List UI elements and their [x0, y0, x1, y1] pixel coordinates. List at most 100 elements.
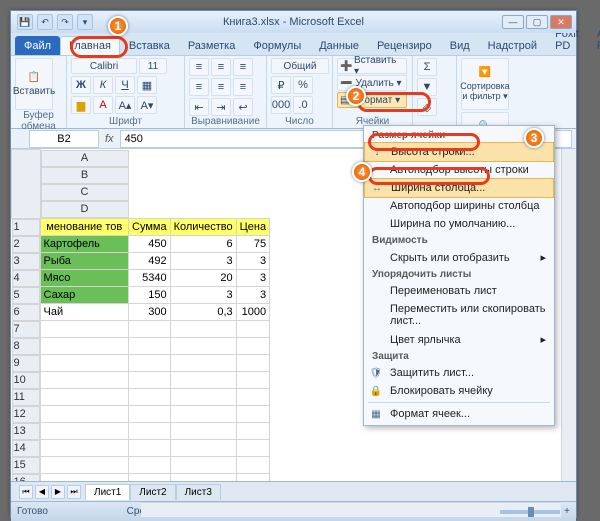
row-header[interactable]: 10	[12, 372, 40, 389]
cell[interactable]: 3	[170, 287, 236, 304]
cell[interactable]: 20	[170, 270, 236, 287]
cell[interactable]: Мясо	[40, 270, 129, 287]
align-top-button[interactable]: ≡	[189, 58, 209, 76]
cell[interactable]: 3	[236, 270, 269, 287]
col-header[interactable]: D	[41, 201, 129, 218]
tab-view[interactable]: Вид	[441, 36, 479, 55]
cell[interactable]: Рыба	[40, 253, 129, 270]
cell[interactable]: 6	[170, 236, 236, 253]
font-color-button[interactable]: A	[93, 96, 113, 114]
cell[interactable]: 300	[129, 304, 171, 321]
align-mid-button[interactable]: ≡	[211, 58, 231, 76]
sheet-tab[interactable]: Лист2	[130, 484, 175, 500]
underline-button[interactable]: Ч	[115, 76, 135, 94]
sheet-nav-last-icon[interactable]: ⏭	[67, 485, 81, 499]
row-header[interactable]: 9	[12, 355, 40, 372]
cell[interactable]: 3	[236, 287, 269, 304]
save-icon[interactable]: 💾	[17, 14, 33, 30]
shrink-font-button[interactable]: A▾	[137, 96, 157, 114]
font-name-select[interactable]: Calibri	[71, 58, 137, 74]
tab-layout[interactable]: Разметка	[179, 36, 245, 55]
row-header[interactable]: 3	[12, 253, 40, 270]
minimize-button[interactable]: —	[502, 15, 524, 29]
cell[interactable]: Картофель	[40, 236, 129, 253]
align-right-button[interactable]: ≡	[233, 78, 253, 96]
col-header[interactable]: B	[41, 167, 129, 184]
close-button[interactable]: ✕	[550, 15, 572, 29]
insert-cells-button[interactable]: ➕Вставить ▾	[337, 58, 407, 74]
zoom-in-button[interactable]: +	[564, 506, 570, 517]
col-header[interactable]: A	[41, 150, 129, 167]
row-header[interactable]: 6	[12, 304, 40, 321]
cell[interactable]: 150	[129, 287, 171, 304]
redo-icon[interactable]: ↷	[57, 14, 73, 30]
tab-abbyy[interactable]: ABBYY F	[588, 24, 600, 55]
row-header[interactable]: 1	[12, 219, 40, 236]
cell[interactable]: 1000	[236, 304, 269, 321]
row-header[interactable]: 15	[12, 457, 40, 474]
grow-font-button[interactable]: A▴	[115, 96, 135, 114]
indent-inc-button[interactable]: ⇥	[211, 98, 231, 116]
fill-color-button[interactable]: ▆	[71, 96, 91, 114]
menu-tab-color[interactable]: Цвет ярлычка▸	[364, 330, 554, 349]
border-button[interactable]: ▦	[137, 76, 157, 94]
cell[interactable]: Сумма	[129, 218, 171, 236]
italic-button[interactable]: К	[93, 76, 113, 94]
sort-filter-button[interactable]: 🔽Сортировка и фильтр ▾	[461, 58, 509, 110]
cell[interactable]: Чай	[40, 304, 129, 321]
cell[interactable]: Количество	[170, 218, 236, 236]
font-size-select[interactable]: 11	[139, 58, 167, 74]
tab-addins[interactable]: Надстрой	[479, 36, 546, 55]
cell[interactable]: 3	[236, 253, 269, 270]
vertical-scrollbar[interactable]	[561, 149, 576, 481]
cell[interactable]: Сахар	[40, 287, 129, 304]
row-header[interactable]: 4	[12, 270, 40, 287]
align-left-button[interactable]: ≡	[189, 78, 209, 96]
tab-insert[interactable]: Вставка	[120, 36, 179, 55]
indent-dec-button[interactable]: ⇤	[189, 98, 209, 116]
sheet-tab[interactable]: Лист3	[176, 484, 221, 500]
tab-formulas[interactable]: Формулы	[244, 36, 310, 55]
menu-autofit-col[interactable]: Автоподбор ширины столбца	[364, 197, 554, 215]
menu-rename-sheet[interactable]: Переименовать лист	[364, 282, 554, 300]
menu-lock-cell[interactable]: 🔒Блокировать ячейку	[364, 382, 554, 400]
menu-protect-sheet[interactable]: 🛡Защитить лист...	[364, 364, 554, 382]
cell[interactable]: 5340	[129, 270, 171, 287]
autosum-button[interactable]: Σ	[417, 58, 437, 76]
tab-file[interactable]: Файл	[15, 36, 60, 55]
row-header[interactable]: 7	[12, 321, 40, 338]
row-header[interactable]: 5	[12, 287, 40, 304]
comma-button[interactable]: 000	[271, 96, 291, 114]
select-all-corner[interactable]	[12, 150, 41, 219]
sheet-nav-next-icon[interactable]: ▶	[51, 485, 65, 499]
menu-hide-show[interactable]: Скрыть или отобразить▸	[364, 248, 554, 267]
undo-icon[interactable]: ↶	[37, 14, 53, 30]
bold-button[interactable]: Ж	[71, 76, 91, 94]
cell[interactable]: 450	[129, 236, 171, 253]
cell[interactable]: 492	[129, 253, 171, 270]
currency-button[interactable]: ₽	[271, 76, 291, 94]
row-header[interactable]: 12	[12, 406, 40, 423]
cell[interactable]: 75	[236, 236, 269, 253]
maximize-button[interactable]: ▢	[526, 15, 548, 29]
sheet-nav-first-icon[interactable]: ⏮	[19, 485, 33, 499]
paste-button[interactable]: 📋Вставить	[15, 58, 53, 110]
col-header[interactable]: C	[41, 184, 129, 201]
cell[interactable]: менование тов	[40, 218, 129, 236]
name-box[interactable]: B2	[29, 130, 99, 148]
menu-format-cells[interactable]: ▦Формат ячеек...	[364, 405, 554, 423]
menu-move-copy-sheet[interactable]: Переместить или скопировать лист...	[364, 300, 554, 330]
row-header[interactable]: 2	[12, 236, 40, 253]
align-bot-button[interactable]: ≡	[233, 58, 253, 76]
wrap-text-button[interactable]: ↩	[233, 98, 253, 116]
sheet-tab[interactable]: Лист1	[85, 484, 130, 500]
menu-default-width[interactable]: Ширина по умолчанию...	[364, 215, 554, 233]
sheet-nav-prev-icon[interactable]: ◀	[35, 485, 49, 499]
number-format-select[interactable]: Общий	[271, 58, 329, 74]
fx-icon[interactable]: fx	[105, 133, 114, 145]
percent-button[interactable]: %	[293, 76, 313, 94]
row-header[interactable]: 13	[12, 423, 40, 440]
tab-review[interactable]: Рецензиро	[368, 36, 441, 55]
cell[interactable]: 0,3	[170, 304, 236, 321]
row-header[interactable]: 11	[12, 389, 40, 406]
